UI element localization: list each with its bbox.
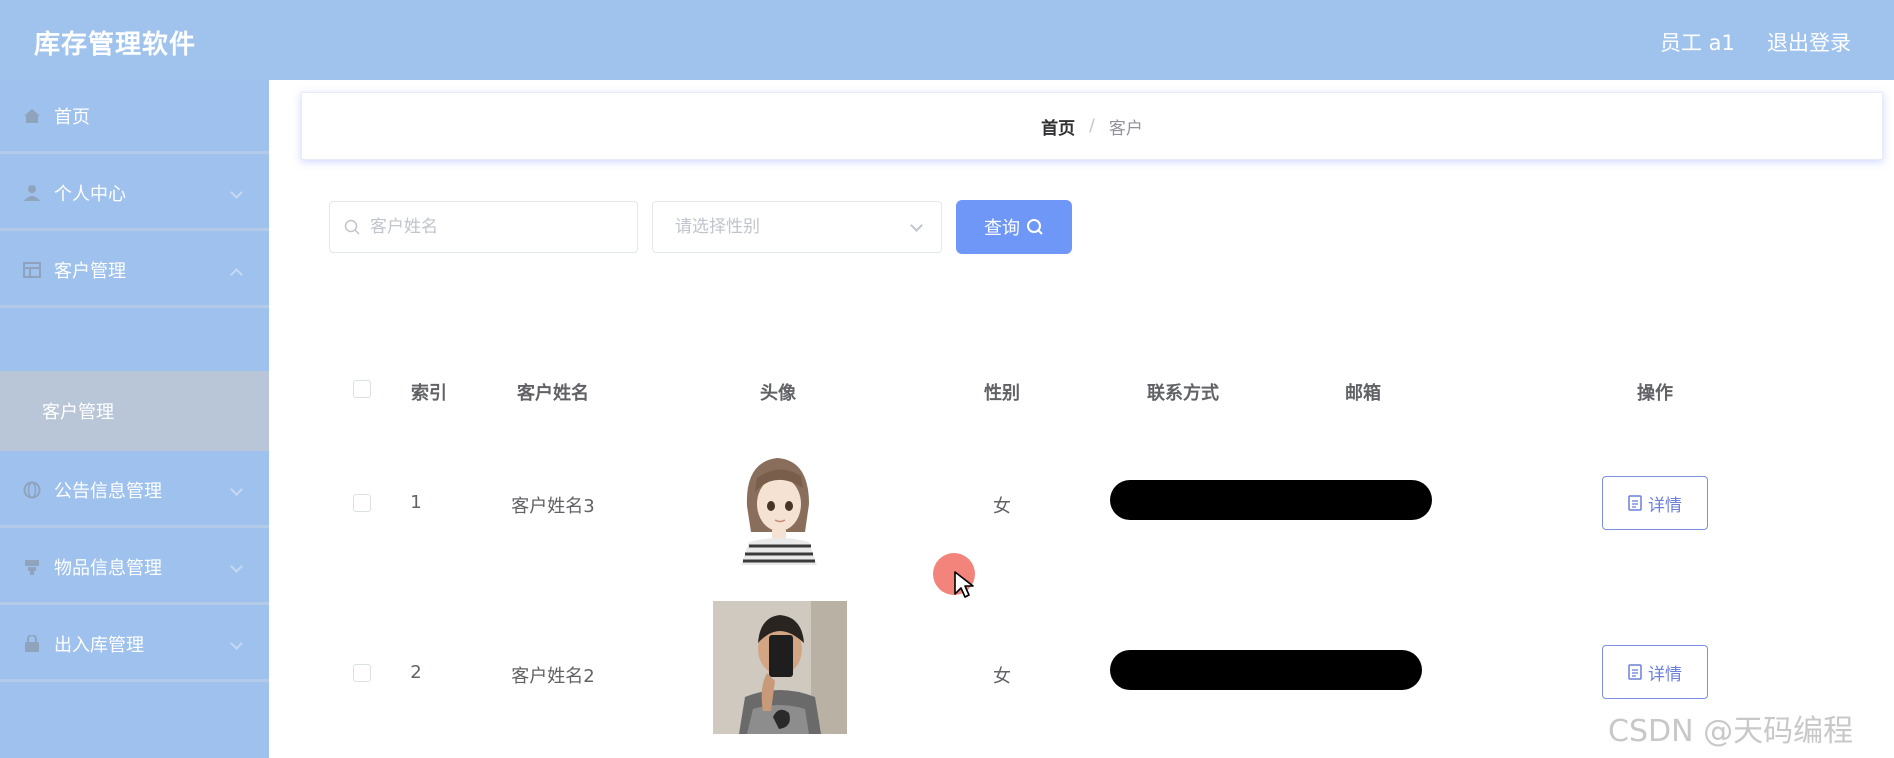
row-gender: 女: [993, 496, 1011, 517]
column-header-gender: 性别: [984, 383, 1020, 404]
box-icon: [22, 557, 42, 577]
customer-name-input[interactable]: [370, 217, 637, 237]
column-header-avatar: 头像: [760, 383, 796, 404]
user-icon: [22, 183, 42, 203]
sidebar-item-label: 个人中心: [54, 183, 126, 205]
table-icon: [22, 260, 42, 280]
column-header-customer-name: 客户姓名: [517, 383, 589, 404]
chevron-down-icon: [230, 560, 243, 573]
sidebar: 首页 个人中心 客户管理 客户管理 公告信息管理 物品信息管理 出入库管理: [0, 80, 269, 758]
breadcrumb-home[interactable]: 首页: [1041, 114, 1075, 139]
column-header-contact: 联系方式: [1147, 383, 1219, 404]
row-index: 1: [410, 492, 422, 513]
sidebar-item-label: 客户管理: [54, 260, 126, 282]
sidebar-item-personal-center[interactable]: 个人中心: [0, 157, 269, 231]
search-icon: [344, 219, 360, 235]
row-customer-name: 客户姓名2: [511, 666, 595, 687]
breadcrumb: 首页 / 客户: [301, 92, 1883, 160]
query-button-label: 查询: [984, 218, 1020, 239]
chevron-up-icon: [230, 268, 243, 281]
row-checkbox[interactable]: [353, 494, 371, 512]
chevron-down-icon: [230, 483, 243, 496]
sidebar-item-label: 物品信息管理: [54, 557, 162, 579]
app-title: 库存管理软件: [34, 30, 197, 60]
sidebar-item-goods-management[interactable]: 物品信息管理: [0, 531, 269, 605]
detail-button-label: 详情: [1648, 664, 1682, 685]
sidebar-subitem-customer-management[interactable]: 客户管理: [0, 371, 269, 451]
user-name: 员工 a1: [1660, 31, 1735, 55]
column-header-index: 索引: [411, 383, 447, 404]
customer-name-search[interactable]: [329, 201, 638, 253]
sidebar-item-label: 公告信息管理: [54, 480, 162, 502]
chevron-down-icon: [230, 637, 243, 650]
breadcrumb-current: 客户: [1108, 118, 1143, 139]
mirror-selfie-photo: [713, 601, 847, 734]
top-header: 库存管理软件 员工 a1 退出登录: [0, 0, 1894, 80]
chevron-down-icon: [230, 186, 243, 199]
sidebar-item-customer-management[interactable]: 客户管理: [0, 234, 269, 308]
document-icon: [1628, 495, 1642, 511]
row-customer-name: 客户姓名3: [511, 496, 595, 517]
gender-select-input[interactable]: [675, 217, 941, 237]
row-gender: 女: [993, 666, 1011, 687]
document-icon: [1628, 664, 1642, 680]
mouse-pointer-icon: [954, 571, 974, 598]
detail-button-label: 详情: [1648, 495, 1682, 516]
detail-button[interactable]: 详情: [1602, 476, 1708, 530]
query-button[interactable]: 查询: [956, 200, 1072, 254]
logout-link[interactable]: 退出登录: [1767, 27, 1851, 57]
sidebar-item-label: 首页: [54, 106, 90, 128]
gender-select[interactable]: [652, 201, 942, 253]
redacted-contact: [1110, 480, 1432, 520]
row-index: 2: [410, 662, 422, 683]
search-icon: [1027, 219, 1043, 235]
sidebar-item-stock-io-management[interactable]: 出入库管理: [0, 608, 269, 682]
select-all-checkbox[interactable]: [353, 380, 371, 398]
column-header-actions: 操作: [1637, 383, 1673, 404]
cartoon-girl-avatar: [735, 448, 819, 565]
detail-button[interactable]: 详情: [1602, 645, 1708, 699]
row-checkbox[interactable]: [353, 664, 371, 682]
sidebar-item-announcement-management[interactable]: 公告信息管理: [0, 454, 269, 528]
watermark: CSDN @天码编程: [1608, 714, 1854, 749]
lock-icon: [22, 634, 42, 654]
sidebar-subitem-label: 客户管理: [42, 402, 114, 423]
redacted-contact: [1110, 650, 1422, 690]
sidebar-item-label: 出入库管理: [54, 634, 144, 656]
sidebar-item-home[interactable]: 首页: [0, 80, 269, 154]
breadcrumb-separator: /: [1089, 116, 1095, 136]
column-header-email: 邮箱: [1345, 383, 1381, 404]
home-icon: [22, 106, 42, 126]
globe-icon: [22, 480, 42, 500]
